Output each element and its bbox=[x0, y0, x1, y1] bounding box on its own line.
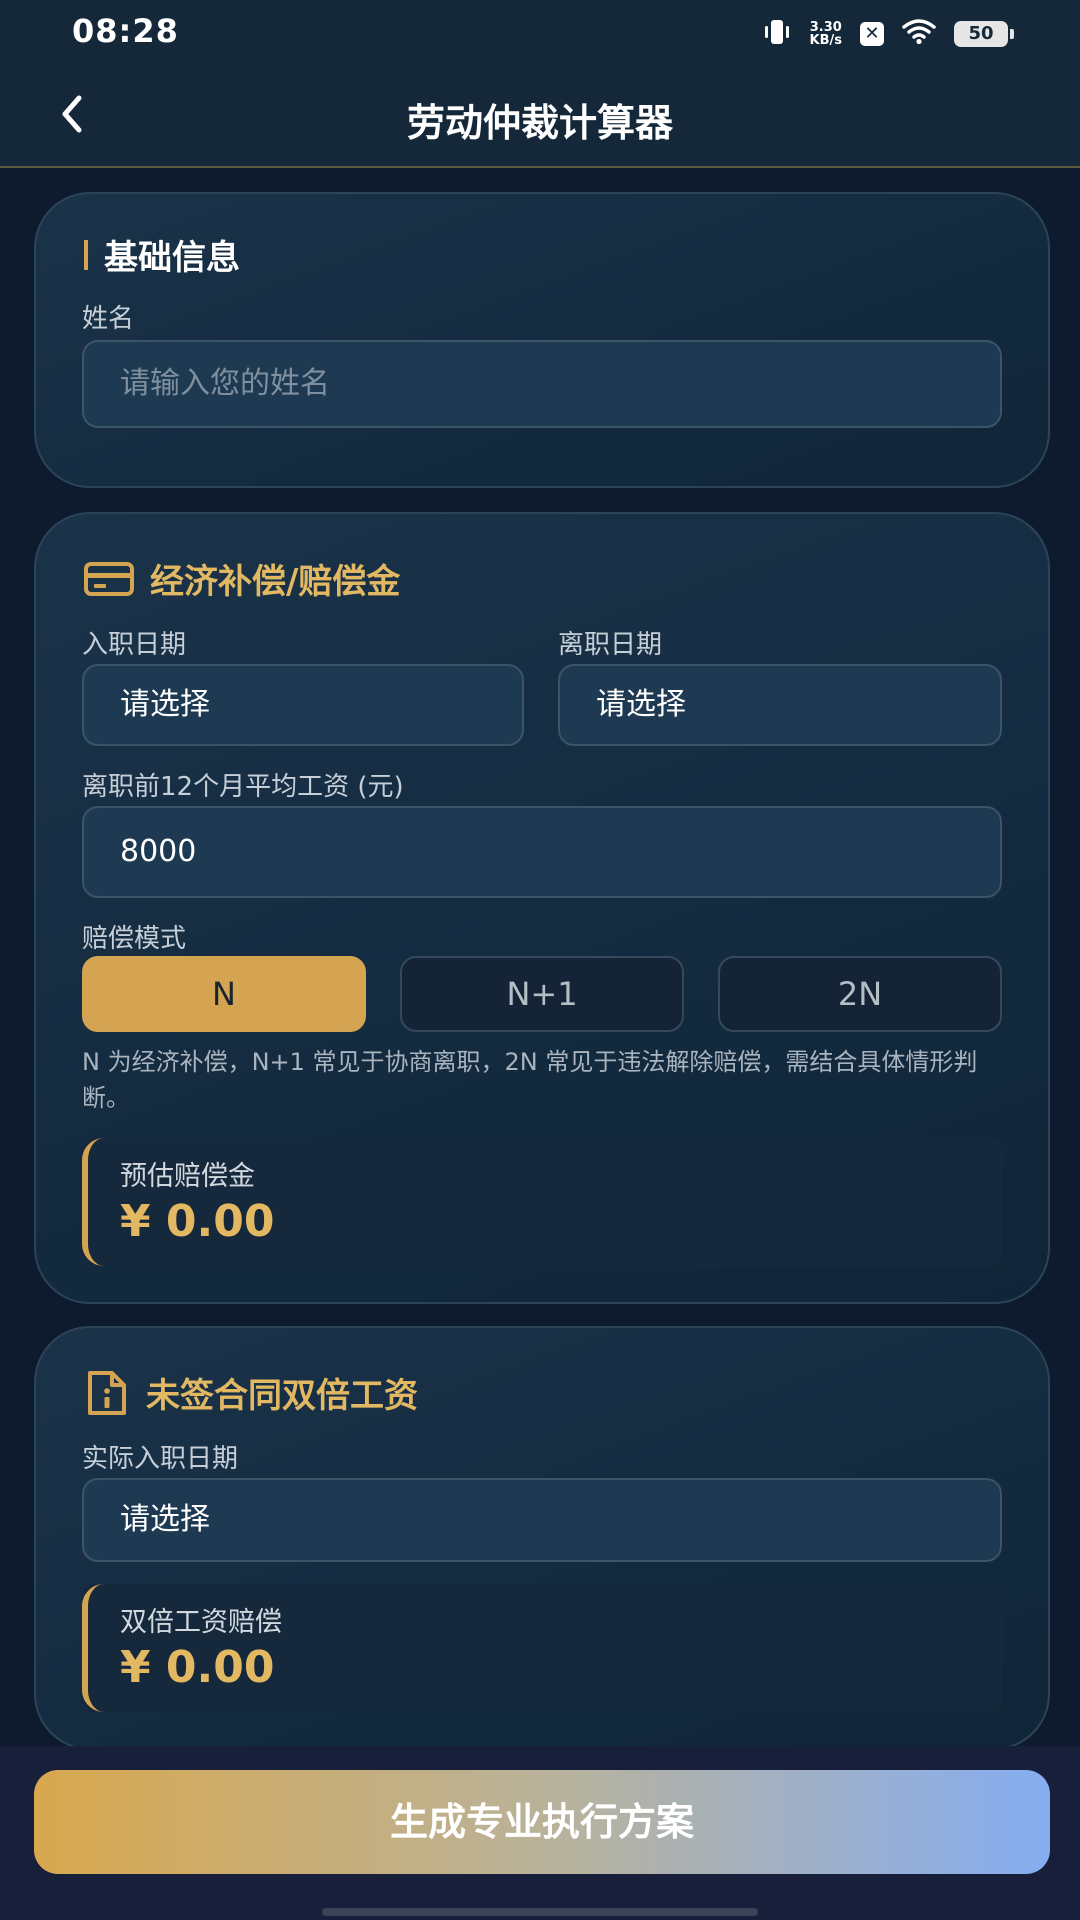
basic-info-title: 基础信息 bbox=[84, 230, 240, 279]
salary-label: 离职前12个月平均工资 (元) bbox=[82, 772, 404, 802]
mode-hint: N 为经济补偿，N+1 常见于协商离职，2N 常见于违法解除赔偿，需结合具体情形… bbox=[82, 1048, 978, 1112]
mode-button-2n[interactable]: 2N bbox=[718, 956, 1002, 1032]
actual-start-date-label: 实际入职日期 bbox=[82, 1444, 239, 1474]
battery-icon: 50 bbox=[954, 21, 1014, 47]
app-header: 劳动仲裁计算器 bbox=[0, 64, 1080, 168]
mode-label: 赔偿模式 bbox=[82, 924, 187, 954]
name-input[interactable]: 请输入您的姓名 bbox=[82, 340, 1002, 428]
wifi-icon bbox=[902, 19, 936, 49]
end-date-picker[interactable]: 请选择 bbox=[558, 664, 1002, 746]
basic-info-title-text: 基础信息 bbox=[104, 238, 240, 278]
start-date-picker[interactable]: 请选择 bbox=[82, 664, 524, 746]
x-app-icon: ✕ bbox=[860, 22, 884, 46]
actual-start-date-picker[interactable]: 请选择 bbox=[82, 1478, 1002, 1562]
screen: 08:28 3.30 KB/s ✕ 50 劳动仲裁计算器 基础信息 姓名 请输入… bbox=[0, 0, 1080, 1920]
compensation-result: 预估赔偿金 ¥ 0.00 bbox=[82, 1138, 1002, 1266]
card-icon bbox=[84, 561, 134, 596]
compensation-title-text: 经济补偿/赔偿金 bbox=[150, 562, 401, 602]
double-wage-title-text: 未签合同双倍工资 bbox=[146, 1376, 418, 1416]
compensation-title: 经济补偿/赔偿金 bbox=[84, 554, 400, 603]
vibrate-icon bbox=[762, 17, 792, 51]
home-indicator[interactable] bbox=[322, 1908, 758, 1916]
mode-button-n-plus-1[interactable]: N+1 bbox=[400, 956, 684, 1032]
double-wage-result-value: ¥ 0.00 bbox=[120, 1642, 275, 1693]
document-info-icon bbox=[88, 1370, 126, 1415]
title-accent-bar bbox=[84, 239, 88, 270]
double-wage-result: 双倍工资赔偿 ¥ 0.00 bbox=[82, 1584, 1002, 1712]
net-speed: 3.30 KB/s bbox=[810, 21, 842, 47]
status-time: 08:28 bbox=[72, 12, 179, 50]
bottom-action-area: 生成专业执行方案 bbox=[0, 1746, 1080, 1920]
net-speed-unit: KB/s bbox=[809, 33, 842, 48]
mode-button-n[interactable]: N bbox=[82, 956, 366, 1032]
result-accent-bar bbox=[82, 1584, 104, 1712]
page-title: 劳动仲裁计算器 bbox=[406, 101, 673, 145]
double-wage-title: 未签合同双倍工资 bbox=[84, 1368, 418, 1417]
generate-plan-button[interactable]: 生成专业执行方案 bbox=[34, 1770, 1050, 1874]
start-date-label: 入职日期 bbox=[82, 630, 187, 660]
salary-input[interactable]: 8000 bbox=[82, 806, 1002, 898]
status-icons: 3.30 KB/s ✕ 50 bbox=[762, 16, 1014, 52]
status-bar: 08:28 3.30 KB/s ✕ 50 bbox=[0, 0, 1080, 64]
result-accent-bar bbox=[82, 1138, 104, 1266]
end-date-label: 离职日期 bbox=[558, 630, 663, 660]
double-wage-result-label: 双倍工资赔偿 bbox=[120, 1607, 282, 1638]
compensation-result-label: 预估赔偿金 bbox=[120, 1161, 255, 1192]
name-label: 姓名 bbox=[82, 304, 135, 334]
compensation-result-value: ¥ 0.00 bbox=[120, 1196, 275, 1247]
